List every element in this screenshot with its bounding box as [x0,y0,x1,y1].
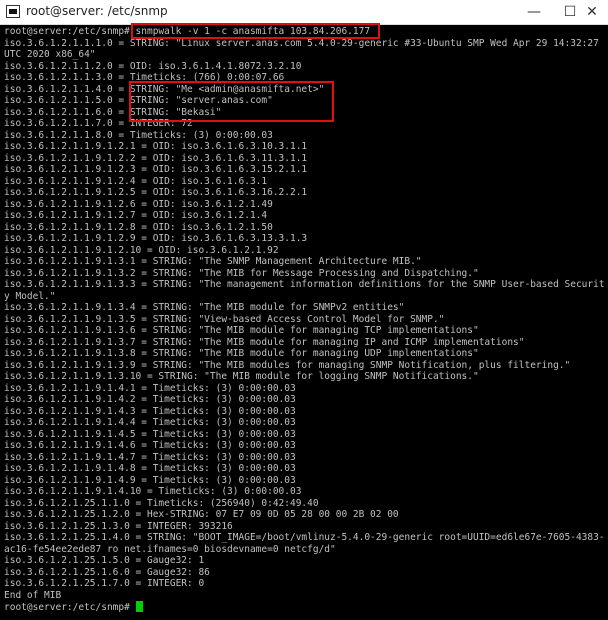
close-button[interactable]: ✕ [572,0,608,24]
output-line: iso.3.6.1.2.1.1.9.1.4.2 = Timeticks: (3)… [4,394,296,405]
output-line: iso.3.6.1.2.1.25.1.2.0 = Hex-STRING: 07 … [4,509,399,520]
output-line: iso.3.6.1.2.1.1.3.0 = Timeticks: (766) 0… [4,72,285,83]
command-line: root@server:/etc/snmp# snmpwalk -v 1 -c … [4,26,371,37]
shell-prompt: root@server:/etc/snmp# [4,602,136,613]
output-line: iso.3.6.1.2.1.25.1.5.0 = Gauge32: 1 [4,555,205,566]
output-line: iso.3.6.1.2.1.25.1.1.0 = Timeticks: (256… [4,497,319,509]
output-line: iso.3.6.1.2.1.1.9.1.2.7 = OID: iso.3.6.1… [4,210,268,221]
output-line: iso.3.6.1.2.1.1.9.1.2.3 = OID: iso.3.6.1… [4,164,308,175]
output-line: iso.3.6.1.2.1.1.2.0 = OID: iso.3.6.1.4.1… [4,60,302,72]
prompt-line[interactable]: root@server:/etc/snmp# [4,601,143,614]
output-line: iso.3.6.1.2.1.1.9.1.3.10 = STRING: "The … [4,371,479,382]
output-line: iso.3.6.1.2.1.1.9.1.2.10 = OID: iso.3.6.… [4,244,279,256]
output-line: iso.3.6.1.2.1.1.4.0 = STRING: "Me <admin… [4,83,325,95]
output-line: iso.3.6.1.2.1.1.9.1.4.9 = Timeticks: (3)… [4,474,296,486]
minimize-button[interactable]: — [514,0,554,24]
terminal-window: root@server: /etc/snmp — ☐ ✕ root@server… [0,0,608,620]
window-title: root@server: /etc/snmp [26,4,168,18]
output-line: iso.3.6.1.2.1.1.9.1.2.8 = OID: iso.3.6.1… [4,221,273,233]
output-line: iso.3.6.1.2.1.1.9.1.3.4 = STRING: "The M… [4,302,405,313]
output-line: iso.3.6.1.2.1.1.9.1.3.9 = STRING: "The M… [4,359,571,371]
output-line: iso.3.6.1.2.1.1.9.1.3.8 = STRING: "The M… [4,348,479,359]
output-line: iso.3.6.1.2.1.25.1.4.0 = STRING: "BOOT_I… [4,532,605,543]
output-line: iso.3.6.1.2.1.1.9.1.4.8 = Timeticks: (3)… [4,463,296,474]
output-line: iso.3.6.1.2.1.1.9.1.3.2 = STRING: "The M… [4,267,479,279]
output-line: iso.3.6.1.2.1.1.6.0 = STRING: "Bekasi" [4,106,222,118]
output-line: iso.3.6.1.2.1.1.9.1.4.5 = Timeticks: (3)… [4,428,296,440]
output-line: UTC 2020 x86_64" [4,49,96,60]
output-line: iso.3.6.1.2.1.1.7.0 = INTEGER: 72 [4,118,193,129]
output-line: iso.3.6.1.2.1.1.9.1.4.7 = Timeticks: (3)… [4,451,296,463]
terminal-app-icon [6,5,20,18]
terminal-cursor [135,601,143,612]
output-line: iso.3.6.1.2.1.1.9.1.4.4 = Timeticks: (3)… [4,417,296,428]
output-line: y Model." [4,290,56,302]
terminal-output[interactable]: root@server:/etc/snmp# snmpwalk -v 1 -c … [2,23,608,620]
output-line: iso.3.6.1.2.1.1.9.1.4.1 = Timeticks: (3)… [4,382,296,394]
output-line: iso.3.6.1.2.1.1.9.1.2.5 = OID: iso.3.6.1… [4,187,308,198]
output-line: iso.3.6.1.2.1.1.5.0 = STRING: "server.an… [4,95,273,106]
output-line: iso.3.6.1.2.1.1.9.1.2.9 = OID: iso.3.6.1… [4,233,308,244]
output-line: iso.3.6.1.2.1.1.9.1.3.1 = STRING: "The S… [4,256,422,267]
output-line: iso.3.6.1.2.1.25.1.3.0 = INTEGER: 393216 [4,520,233,532]
output-line: iso.3.6.1.2.1.1.9.1.3.6 = STRING: "The M… [4,325,479,336]
output-line: End of MIB [4,589,62,601]
output-line: ac16-fe54ee2ede87 ro net.ifnames=0 biosd… [4,543,336,555]
output-line: iso.3.6.1.2.1.1.9.1.4.10 = Timeticks: (3… [4,486,302,497]
output-line: iso.3.6.1.2.1.1.9.1.2.4 = OID: iso.3.6.1… [4,175,268,187]
output-line: iso.3.6.1.2.1.1.9.1.2.6 = OID: iso.3.6.1… [4,198,273,210]
output-line: iso.3.6.1.2.1.1.9.1.4.3 = Timeticks: (3)… [4,405,296,417]
output-line: iso.3.6.1.2.1.1.1.0 = STRING: "Linux ser… [4,37,599,49]
output-line: iso.3.6.1.2.1.25.1.6.0 = Gauge32: 86 [4,566,210,578]
output-line: iso.3.6.1.2.1.1.9.1.3.7 = STRING: "The M… [4,336,525,348]
title-bar[interactable]: root@server: /etc/snmp — ☐ ✕ [0,0,608,25]
output-line: iso.3.6.1.2.1.1.8.0 = Timeticks: (3) 0:0… [4,129,273,141]
output-line: iso.3.6.1.2.1.1.9.1.3.5 = STRING: "View-… [4,313,445,325]
output-line: iso.3.6.1.2.1.1.9.1.2.1 = OID: iso.3.6.1… [4,141,308,152]
output-line: iso.3.6.1.2.1.25.1.7.0 = INTEGER: 0 [4,578,205,589]
output-line: iso.3.6.1.2.1.1.9.1.4.6 = Timeticks: (3)… [4,440,296,451]
output-line: iso.3.6.1.2.1.1.9.1.2.2 = OID: iso.3.6.1… [4,152,308,164]
output-line: iso.3.6.1.2.1.1.9.1.3.3 = STRING: "The m… [4,279,605,290]
